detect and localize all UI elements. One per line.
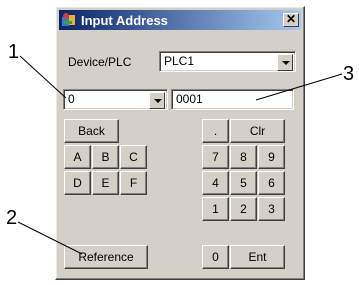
dialog-title: Input Address [81, 12, 168, 28]
clr-button[interactable]: Clr [230, 119, 285, 143]
address-input[interactable]: 0001 [171, 89, 294, 110]
key-9[interactable]: 9 [258, 145, 285, 169]
chevron-down-icon[interactable] [149, 92, 165, 109]
key-c[interactable]: C [120, 145, 147, 169]
key-5[interactable]: 5 [230, 171, 257, 195]
callout-1: 1 [8, 41, 20, 63]
key-4[interactable]: 4 [202, 171, 229, 195]
key-3[interactable]: 3 [258, 197, 285, 221]
key-8[interactable]: 8 [230, 145, 257, 169]
key-d[interactable]: D [64, 171, 91, 195]
title-bar: Input Address ✕ [59, 10, 301, 30]
callout-3: 3 [343, 63, 355, 85]
reference-button[interactable]: Reference [64, 245, 148, 269]
key-1[interactable]: 1 [202, 197, 229, 221]
address-type-select[interactable]: 0 [63, 89, 168, 110]
key-6[interactable]: 6 [258, 171, 285, 195]
key-f[interactable]: F [120, 171, 147, 195]
callout-2: 2 [6, 207, 18, 229]
ent-button[interactable]: Ent [230, 245, 285, 269]
key-2[interactable]: 2 [230, 197, 257, 221]
input-address-dialog: Input Address ✕ Device/PLC PLC1 0 0001 B… [55, 6, 305, 280]
close-icon[interactable]: ✕ [283, 13, 299, 27]
app-icon [62, 13, 75, 26]
key-7[interactable]: 7 [202, 145, 229, 169]
device-plc-label: Device/PLC [68, 55, 132, 69]
key-dot[interactable]: . [202, 119, 229, 143]
key-0[interactable]: 0 [202, 245, 229, 269]
key-a[interactable]: A [64, 145, 91, 169]
key-e[interactable]: E [92, 171, 119, 195]
device-plc-select[interactable]: PLC1 [159, 51, 296, 72]
chevron-down-icon[interactable] [277, 54, 293, 71]
back-button[interactable]: Back [64, 119, 119, 143]
key-b[interactable]: B [92, 145, 119, 169]
